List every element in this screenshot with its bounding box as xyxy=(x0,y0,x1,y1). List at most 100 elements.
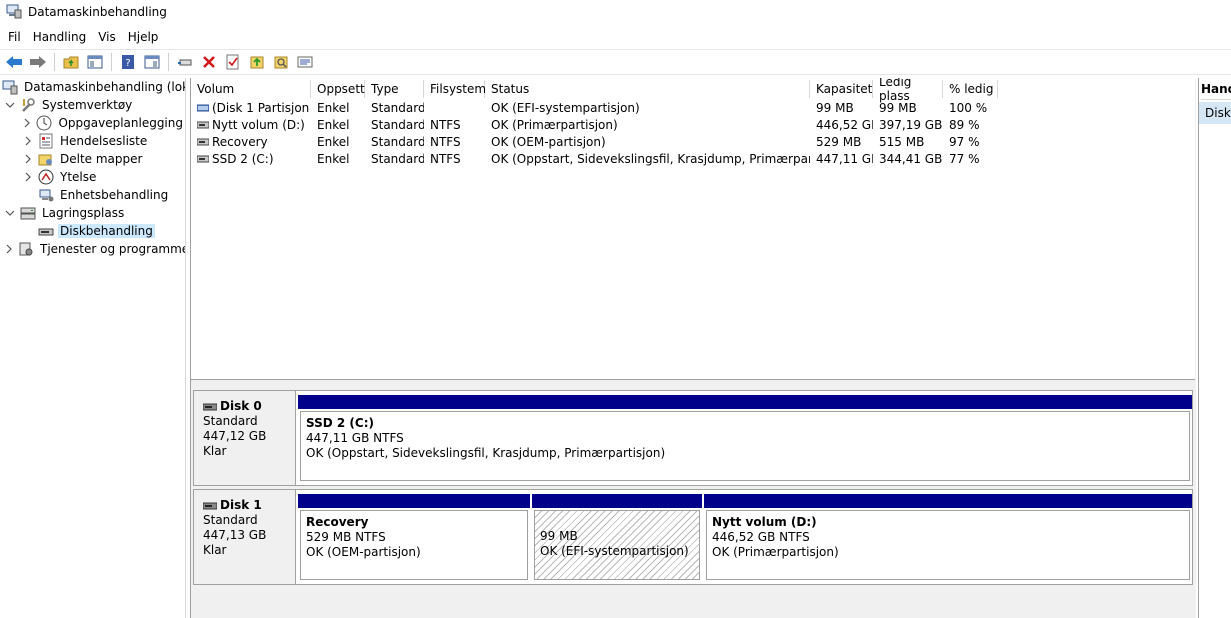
volume-row[interactable]: Recovery Enkel Standard NTFS OK (OEM-par… xyxy=(191,133,998,150)
partition-body[interactable]: Recovery 529 MB NTFS OK (OEM-partisjon) xyxy=(300,510,528,580)
volume-capacity: 447,11 GB xyxy=(816,151,873,166)
chevron-right-icon[interactable] xyxy=(22,135,34,147)
volume-filesystem: NTFS xyxy=(430,134,461,149)
volume-capacity: 99 MB xyxy=(816,100,854,115)
services-icon xyxy=(18,241,34,257)
check-icon[interactable] xyxy=(223,52,243,72)
toolbar-separator xyxy=(54,53,55,71)
disk-icon xyxy=(203,403,217,411)
tree-item-root[interactable]: Datamaskinbehandling (lokal) xyxy=(0,78,185,96)
column-header-filesystem[interactable]: Filsystem xyxy=(424,80,486,98)
column-header-status[interactable]: Status xyxy=(485,80,810,98)
disk-state: Klar xyxy=(203,444,227,458)
column-header-percent-free[interactable]: % ledig xyxy=(943,80,998,98)
drive-icon xyxy=(197,138,209,146)
tree-label: Delte mapper xyxy=(60,152,143,166)
properties-view-icon[interactable] xyxy=(142,52,162,72)
partition-efi[interactable]: 99 MB OK (EFI-systempartisjon) xyxy=(532,494,702,582)
volume-layout: Enkel xyxy=(317,100,350,115)
disk-info[interactable]: Disk 1 Standard 447,13 GB Klar xyxy=(194,490,296,584)
volume-list: Volum Oppsett Type Filsystem Status Kapa… xyxy=(191,78,1195,380)
console-tree: Datamaskinbehandling (lokal) Systemverkt… xyxy=(0,78,186,618)
column-header-volume[interactable]: Volum xyxy=(191,80,311,98)
volume-capacity: 446,52 GB xyxy=(816,117,873,132)
list-icon[interactable] xyxy=(295,52,315,72)
tree-label: Diskbehandling xyxy=(58,224,155,238)
volume-type: Standard xyxy=(371,100,424,115)
back-arrow-icon[interactable] xyxy=(4,52,24,72)
disk-name: Disk 0 xyxy=(220,399,262,413)
tree-item-services[interactable]: Tjenester og programmer xyxy=(0,240,185,258)
title-bar: Datamaskinbehandling xyxy=(0,0,1231,24)
show-hide-tree-icon[interactable] xyxy=(85,52,105,72)
tree-item-event-viewer[interactable]: Hendelsesliste xyxy=(0,132,185,150)
menu-view[interactable]: Vis xyxy=(92,30,122,44)
partition-d[interactable]: Nytt volum (D:) 446,52 GB NTFS OK (Primæ… xyxy=(704,494,1192,582)
delete-icon[interactable] xyxy=(199,52,219,72)
partition-status: OK (Primærpartisjon) xyxy=(712,545,839,559)
disk-name: Disk 1 xyxy=(220,498,262,512)
tree-item-device-manager[interactable]: Enhetsbehandling xyxy=(0,186,185,204)
chevron-down-icon[interactable] xyxy=(4,207,16,219)
partition-c[interactable]: SSD 2 (C:) 447,11 GB NTFS OK (Oppstart, … xyxy=(298,395,1192,483)
chevron-right-icon[interactable] xyxy=(22,153,34,165)
volume-row[interactable]: (Disk 1 Partisjon 2) Enkel Standard OK (… xyxy=(191,99,998,116)
column-header-capacity[interactable]: Kapasitet xyxy=(810,80,873,98)
menu-file[interactable]: Fil xyxy=(2,30,27,44)
tree-label: Tjenester og programmer xyxy=(40,242,186,256)
volume-row[interactable]: Nytt volum (D:) Enkel Standard NTFS OK (… xyxy=(191,116,998,133)
connect-icon[interactable] xyxy=(175,52,195,72)
partition-recovery[interactable]: Recovery 529 MB NTFS OK (OEM-partisjon) xyxy=(298,494,530,582)
chevron-right-icon[interactable] xyxy=(22,117,32,129)
menu-action[interactable]: Handling xyxy=(27,30,93,44)
partition-header-bar xyxy=(298,494,530,508)
chevron-right-icon[interactable] xyxy=(4,243,14,255)
main-pane: Volum Oppsett Type Filsystem Status Kapa… xyxy=(190,78,1196,618)
storage-icon xyxy=(20,205,36,221)
folder-search-icon[interactable] xyxy=(271,52,291,72)
menu-help[interactable]: Hjelp xyxy=(122,30,165,44)
help-icon[interactable]: ? xyxy=(118,52,138,72)
tree-item-task-scheduler[interactable]: Oppgaveplanlegging xyxy=(0,114,185,132)
volume-status: OK (Oppstart, Sidevekslingsfil, Krasjdum… xyxy=(491,151,810,166)
volume-type: Standard xyxy=(371,117,424,132)
window-title: Datamaskinbehandling xyxy=(28,5,167,19)
actions-item-disk-management[interactable]: Diskbehandling xyxy=(1199,102,1231,124)
volume-percent-free: 97 % xyxy=(949,134,980,149)
computer-management-icon xyxy=(6,3,22,22)
toolbar: ? xyxy=(0,49,1231,75)
device-manager-icon xyxy=(38,187,54,203)
event-log-icon xyxy=(38,133,54,149)
actions-pane: Handlinger Diskbehandling xyxy=(1198,78,1231,618)
tree-item-disk-management[interactable]: Diskbehandling xyxy=(0,222,185,240)
partition-status: OK (OEM-partisjon) xyxy=(306,545,421,559)
tree-label: Systemverktøy xyxy=(42,98,133,112)
tree-item-storage[interactable]: Lagringsplass xyxy=(0,204,185,222)
folder-up-icon[interactable] xyxy=(247,52,267,72)
column-header-free-space[interactable]: Ledig plass xyxy=(873,78,943,103)
chevron-right-icon[interactable] xyxy=(22,171,34,183)
volume-layout: Enkel xyxy=(317,117,350,132)
efi-volume-icon xyxy=(197,104,209,112)
chevron-down-icon[interactable] xyxy=(4,99,16,111)
volume-row[interactable]: SSD 2 (C:) Enkel Standard NTFS OK (Oppst… xyxy=(191,150,998,167)
volume-free-space: 344,41 GB xyxy=(879,151,943,166)
up-folder-icon[interactable] xyxy=(61,52,81,72)
partition-body[interactable]: SSD 2 (C:) 447,11 GB NTFS OK (Oppstart, … xyxy=(300,411,1190,481)
partition-body[interactable]: 99 MB OK (EFI-systempartisjon) xyxy=(534,510,700,580)
disk-row[interactable]: Disk 1 Standard 447,13 GB Klar Recovery … xyxy=(193,489,1193,585)
tree-item-shared-folders[interactable]: Delte mapper xyxy=(0,150,185,168)
volume-name: (Disk 1 Partisjon 2) xyxy=(212,100,311,115)
tree-item-system-tools[interactable]: Systemverktøy xyxy=(0,96,185,114)
drive-icon xyxy=(197,121,209,129)
column-header-layout[interactable]: Oppsett xyxy=(311,80,365,98)
disk-info[interactable]: Disk 0 Standard 447,12 GB Klar xyxy=(194,391,296,485)
volume-status: OK (Primærpartisjon) xyxy=(491,117,618,132)
column-header-type[interactable]: Type xyxy=(365,80,424,98)
forward-arrow-icon[interactable] xyxy=(28,52,48,72)
disk-row[interactable]: Disk 0 Standard 447,12 GB Klar SSD 2 (C:… xyxy=(193,390,1193,486)
volume-capacity: 529 MB xyxy=(816,134,862,149)
tree-item-performance[interactable]: Ytelse xyxy=(0,168,185,186)
volume-free-space: 397,19 GB xyxy=(879,117,943,132)
partition-body[interactable]: Nytt volum (D:) 446,52 GB NTFS OK (Primæ… xyxy=(706,510,1190,580)
